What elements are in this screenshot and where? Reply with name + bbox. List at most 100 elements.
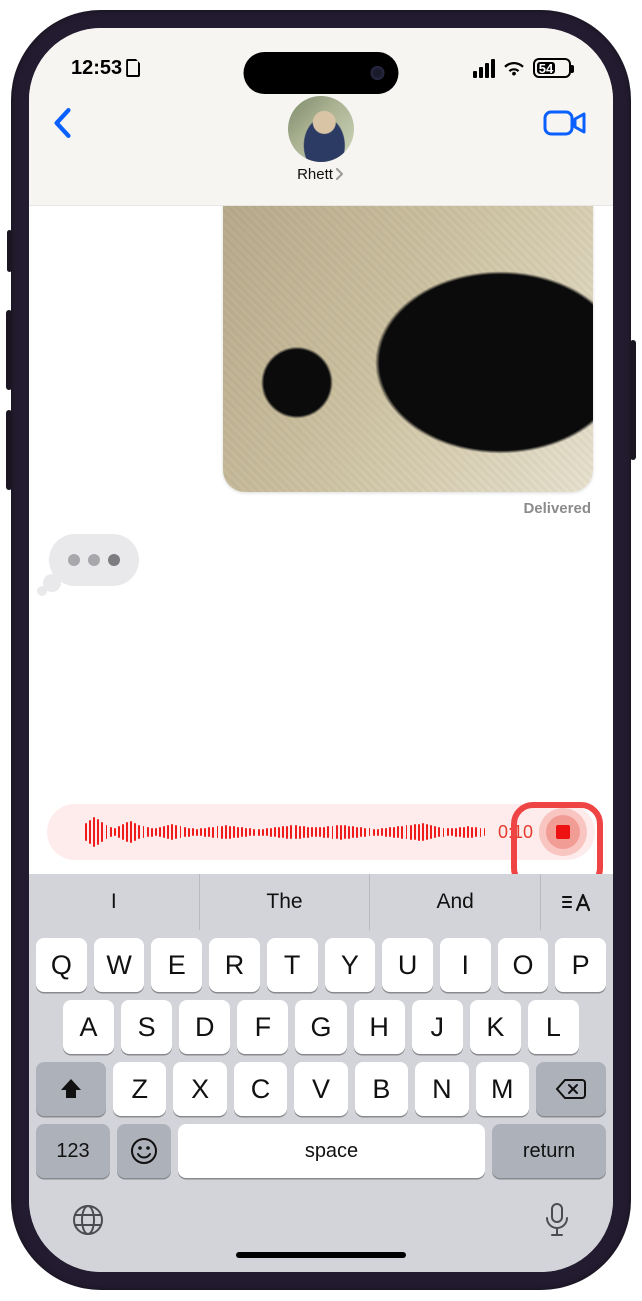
wave-bar (356, 827, 358, 838)
key-m[interactable]: M (476, 1062, 529, 1116)
wave-bar (147, 827, 149, 837)
wave-bar (336, 825, 338, 839)
wave-bar (278, 827, 280, 838)
suggestion-1[interactable]: I (29, 874, 200, 930)
wave-bar (377, 829, 379, 836)
key-s[interactable]: S (121, 1000, 172, 1054)
wave-bar (323, 827, 325, 838)
key-x[interactable]: X (173, 1062, 226, 1116)
cellular-icon (473, 59, 495, 78)
wave-bar (389, 827, 391, 837)
key-r[interactable]: R (209, 938, 260, 992)
facetime-button[interactable] (533, 98, 597, 153)
key-row-1: QWERTYUIOP (29, 930, 613, 992)
typing-dot-icon (68, 554, 80, 566)
wave-bar (208, 827, 210, 837)
sent-image-bubble[interactable] (223, 206, 593, 492)
back-button[interactable] (45, 98, 79, 153)
contact-button[interactable]: Rhett (288, 96, 354, 183)
delete-icon (555, 1077, 587, 1101)
wave-bar (138, 825, 140, 839)
stop-recording-button[interactable] (539, 808, 587, 856)
dictation-key[interactable] (543, 1202, 571, 1238)
wave-bar (89, 820, 91, 844)
space-key[interactable]: space (178, 1124, 485, 1178)
key-q[interactable]: Q (36, 938, 87, 992)
wave-bar (344, 825, 346, 839)
key-y[interactable]: Y (325, 938, 376, 992)
key-u[interactable]: U (382, 938, 433, 992)
wave-bar (180, 826, 182, 838)
wave-bar (233, 826, 235, 838)
wave-bar (266, 828, 268, 836)
wave-bar (245, 828, 247, 837)
suggestion-3[interactable]: And (370, 874, 541, 930)
wave-bar (167, 825, 169, 839)
return-key[interactable]: return (492, 1124, 606, 1178)
wave-bar (340, 825, 342, 840)
key-h[interactable]: H (354, 1000, 405, 1054)
typing-indicator (49, 534, 139, 586)
wave-bar (401, 826, 403, 839)
wave-bar (381, 828, 383, 836)
text-format-icon (561, 891, 593, 913)
key-i[interactable]: I (440, 938, 491, 992)
wave-bar (332, 826, 334, 839)
wave-bar (175, 825, 177, 839)
key-t[interactable]: T (267, 938, 318, 992)
wave-bar (93, 817, 95, 847)
key-z[interactable]: Z (113, 1062, 166, 1116)
key-p[interactable]: P (555, 938, 606, 992)
key-d[interactable]: D (179, 1000, 230, 1054)
key-g[interactable]: G (295, 1000, 346, 1054)
emoji-key[interactable] (117, 1124, 171, 1178)
key-k[interactable]: K (470, 1000, 521, 1054)
key-l[interactable]: L (528, 1000, 579, 1054)
key-o[interactable]: O (498, 938, 549, 992)
shift-key[interactable] (36, 1062, 106, 1116)
key-w[interactable]: W (94, 938, 145, 992)
chevron-right-icon (335, 167, 345, 183)
avatar (288, 96, 354, 162)
key-v[interactable]: V (294, 1062, 347, 1116)
wave-bar (443, 828, 445, 837)
key-f[interactable]: F (237, 1000, 288, 1054)
key-c[interactable]: C (234, 1062, 287, 1116)
conversation-header: Rhett (29, 94, 613, 206)
delete-key[interactable] (536, 1062, 606, 1116)
mic-icon (543, 1202, 571, 1238)
message-scroll[interactable]: Delivered (29, 206, 613, 792)
key-n[interactable]: N (415, 1062, 468, 1116)
delivered-label: Delivered (523, 500, 591, 517)
globe-key[interactable] (71, 1203, 105, 1237)
text-format-button[interactable] (541, 874, 613, 930)
device-frame: 12:53 54 (11, 10, 631, 1290)
typing-dot-icon (88, 554, 100, 566)
wave-bar (126, 822, 128, 842)
suggestion-2[interactable]: The (200, 874, 371, 930)
wave-bar (480, 828, 482, 837)
wave-bar (274, 827, 276, 837)
home-indicator[interactable] (236, 1252, 406, 1258)
key-j[interactable]: J (412, 1000, 463, 1054)
wifi-icon (502, 59, 526, 77)
volume-down (6, 410, 12, 490)
key-b[interactable]: B (355, 1062, 408, 1116)
key-e[interactable]: E (151, 938, 202, 992)
status-left: 12:53 (71, 57, 140, 80)
wave-bar (163, 826, 165, 838)
key-a[interactable]: A (63, 1000, 114, 1054)
wave-bar (418, 824, 420, 841)
messages-area[interactable]: Delivered 0:10 (29, 206, 613, 874)
wave-bar (225, 825, 227, 839)
wave-bar (315, 827, 317, 837)
wave-bar (241, 827, 243, 837)
wave-bar (229, 826, 231, 839)
mute-switch (7, 230, 12, 272)
wave-bar (471, 827, 473, 838)
stop-icon (556, 825, 570, 839)
wave-bar (414, 824, 416, 840)
numbers-key[interactable]: 123 (36, 1124, 110, 1178)
volume-up (6, 310, 12, 390)
wave-bar (451, 828, 453, 836)
